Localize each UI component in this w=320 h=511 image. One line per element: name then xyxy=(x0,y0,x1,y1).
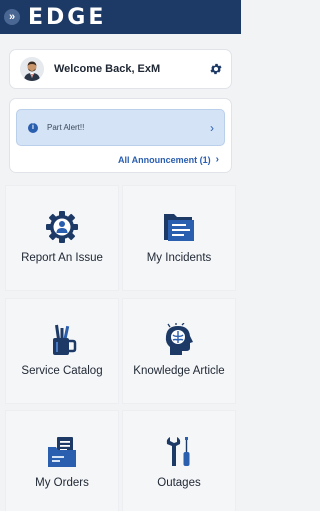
part-alert-banner[interactable]: i Part Alert!! › xyxy=(16,109,225,146)
expand-menu-icon[interactable]: » xyxy=(4,9,20,25)
tile-label: My Orders xyxy=(35,477,89,489)
tile-my-orders[interactable]: My Orders xyxy=(5,410,119,511)
tile-knowledge-article[interactable]: Knowledge Article xyxy=(122,298,236,404)
chevron-right-icon: › xyxy=(215,154,219,165)
info-icon: i xyxy=(28,122,38,133)
app-logo: EDGE xyxy=(28,4,107,30)
gear-person-icon xyxy=(46,211,78,243)
tile-outages[interactable]: Outages xyxy=(122,410,236,511)
tile-my-incidents[interactable]: My Incidents xyxy=(122,185,236,291)
alert-text: Part Alert!! xyxy=(47,123,85,132)
tile-report-an-issue[interactable]: Report An Issue xyxy=(5,185,119,291)
orders-icon xyxy=(48,437,76,467)
tile-label: Outages xyxy=(157,477,201,489)
chevron-right-icon: › xyxy=(210,120,214,135)
tile-label: Report An Issue xyxy=(21,252,103,264)
folder-icon xyxy=(164,214,194,241)
tile-service-catalog[interactable]: Service Catalog xyxy=(5,298,119,404)
all-announcements-link[interactable]: All Announcement (1) › xyxy=(118,154,219,165)
welcome-text: Welcome Back, ExM xyxy=(54,63,161,75)
gear-icon[interactable] xyxy=(209,62,223,76)
tile-label: Knowledge Article xyxy=(133,365,225,377)
announcements-card: i Part Alert!! › All Announcement (1) › xyxy=(9,98,232,173)
tools-icon xyxy=(166,437,190,466)
avatar[interactable] xyxy=(20,57,44,81)
tile-label: My Incidents xyxy=(146,252,212,264)
top-bar: » EDGE xyxy=(0,0,241,34)
all-announcements-label: All Announcement (1) xyxy=(117,154,211,165)
head-brain-icon xyxy=(165,323,193,355)
pen-cup-icon xyxy=(53,324,77,355)
tile-label: Service Catalog xyxy=(21,365,103,377)
welcome-card: Welcome Back, ExM xyxy=(9,49,232,89)
